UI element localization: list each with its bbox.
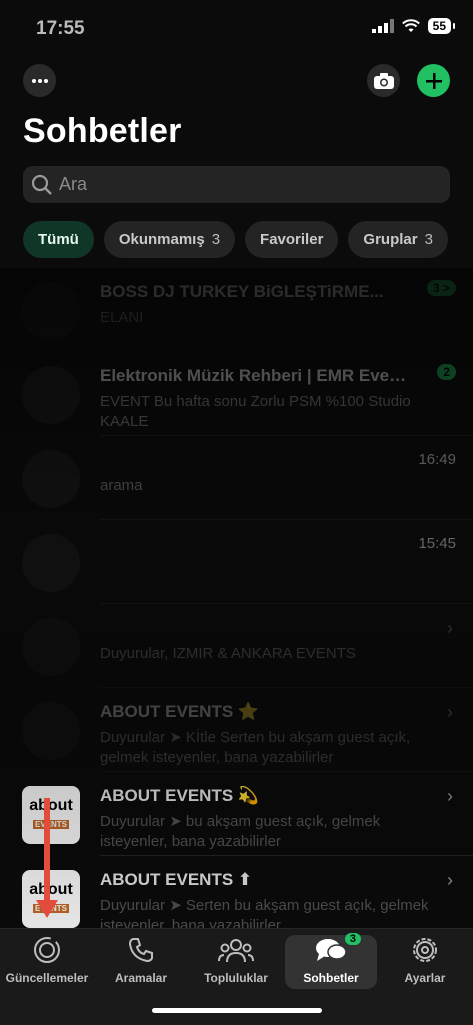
battery-indicator: 55	[427, 18, 456, 34]
chat-name: Elektronik Müzik Rehberi | EMR Event...	[100, 366, 410, 385]
chat-preview: Duyurular, IZMIR & ANKARA EVENTS	[100, 645, 356, 662]
new-chat-button[interactable]	[417, 64, 450, 97]
chat-row[interactable]: 15:45	[0, 520, 473, 604]
plus-icon	[425, 72, 442, 89]
chat-preview: Duyurular ➤ bu akşam guest açık, gelmek …	[100, 813, 381, 850]
communities-icon	[218, 939, 254, 963]
chat-preview: Duyurular ➤ Kİtle Serten bu akşam guest …	[100, 729, 411, 766]
tab-label: Sohbetler	[303, 971, 359, 985]
filter-label: Tümü	[38, 231, 79, 248]
chat-row[interactable]: BOSS DJ TURKEY BiGLEŞTiRME... 3 > ELANI	[0, 268, 473, 352]
chat-name: ABOUT EVENTS 💫	[100, 786, 260, 805]
camera-button[interactable]	[367, 64, 400, 97]
chat-row[interactable]: Elektronik Müzik Rehberi | EMR Event... …	[0, 352, 473, 436]
chevron-right-icon: ›	[447, 702, 453, 722]
tab-label: Güncellemeler	[5, 971, 89, 985]
avatar: about EVENTS	[22, 786, 80, 844]
chevron-right-icon: ›	[447, 870, 453, 890]
filter-all[interactable]: Tümü	[23, 221, 94, 258]
ellipsis-icon	[31, 78, 48, 83]
more-options-button[interactable]	[23, 64, 56, 97]
chat-row[interactable]: about EVENTS ABOUT EVENTS ⬆ › Duyurular …	[0, 856, 473, 928]
chat-name: ABOUT EVENTS ⬆	[100, 870, 253, 889]
chat-name: ABOUT EVENTS ⭐	[100, 702, 260, 721]
chevron-right-icon: ›	[447, 786, 453, 806]
logo-subtext: EVENTS	[32, 820, 69, 829]
search-placeholder: Ara	[59, 174, 88, 194]
filter-count: 3	[211, 231, 221, 248]
chat-row[interactable]: 16:49 arama	[0, 436, 473, 520]
avatar	[22, 702, 80, 760]
unread-badge: 3 >	[426, 280, 456, 296]
unread-badge: 2	[437, 364, 456, 380]
filter-label: Gruplar	[363, 231, 418, 248]
chevron-right-icon: ›	[447, 618, 453, 638]
tab-label: Aramalar	[114, 971, 168, 985]
filter-label: Favoriler	[260, 231, 324, 248]
home-indicator	[152, 1008, 322, 1013]
logo-text: about	[29, 797, 73, 814]
signal-icon	[371, 19, 394, 33]
chats-icon	[316, 939, 347, 961]
avatar	[22, 450, 80, 508]
chat-preview: Duyurular ➤ Serten bu akşam guest açık, …	[100, 897, 429, 928]
chat-list[interactable]: BOSS DJ TURKEY BiGLEŞTiRME... 3 > ELANI …	[0, 268, 473, 928]
logo-text: about	[29, 881, 73, 898]
chat-time: 16:49	[418, 451, 456, 468]
chat-preview: ELANI	[100, 309, 144, 326]
avatar	[22, 618, 80, 676]
tab-label: Ayarlar	[404, 971, 446, 985]
status-icons: 55	[371, 18, 456, 34]
search-icon	[31, 174, 52, 195]
avatar: about EVENTS	[22, 870, 80, 928]
tab-badge: 3	[344, 933, 361, 945]
top-bar	[0, 62, 473, 102]
filter-groups[interactable]: Gruplar 3	[348, 221, 448, 258]
chat-time: 15:45	[418, 535, 456, 552]
settings-icon	[413, 938, 437, 962]
tab-chats[interactable]: 3 Sohbetler	[285, 933, 377, 989]
annotation-arrow-head	[36, 900, 58, 918]
wifi-icon	[401, 19, 420, 32]
status-bar: 17:55 55	[0, 0, 473, 56]
avatar	[22, 534, 80, 592]
filter-label: Okunmamış	[118, 231, 205, 248]
chat-row[interactable]: about EVENTS ABOUT EVENTS 💫 › Duyurular …	[0, 772, 473, 856]
tab-communities[interactable]: Topluluklar	[190, 935, 282, 991]
chat-preview: arama	[100, 477, 143, 494]
page-title: Sohbetler	[23, 112, 182, 150]
about-events-logo: about EVENTS	[29, 798, 73, 832]
tab-settings[interactable]: Ayarlar	[379, 935, 471, 991]
chat-row[interactable]: ABOUT EVENTS ⭐ › Duyurular ➤ Kİtle Serte…	[0, 688, 473, 772]
annotation-arrow-shaft	[44, 798, 50, 908]
search-input[interactable]: Ara	[23, 166, 450, 203]
avatar	[22, 282, 80, 340]
tab-updates[interactable]: Güncellemeler	[1, 935, 93, 991]
camera-icon	[373, 72, 394, 89]
updates-icon	[34, 937, 60, 963]
chat-name: BOSS DJ TURKEY BiGLEŞTiRME...	[100, 282, 384, 301]
chat-row[interactable]: › Duyurular, IZMIR & ANKARA EVENTS	[0, 604, 473, 688]
tab-calls[interactable]: Aramalar	[95, 935, 187, 991]
filter-favorites[interactable]: Favoriler	[245, 221, 339, 258]
filter-unread[interactable]: Okunmamış 3	[103, 221, 236, 258]
tab-label: Topluluklar	[204, 971, 268, 985]
avatar	[22, 366, 80, 424]
filter-chips: Tümü Okunmamış 3 Favoriler Gruplar 3	[23, 221, 448, 258]
chat-preview: EVENT Bu hafta sonu Zorlu PSM %100 Studi…	[100, 393, 411, 430]
filter-count: 3	[424, 231, 433, 248]
phone-icon	[128, 938, 153, 963]
